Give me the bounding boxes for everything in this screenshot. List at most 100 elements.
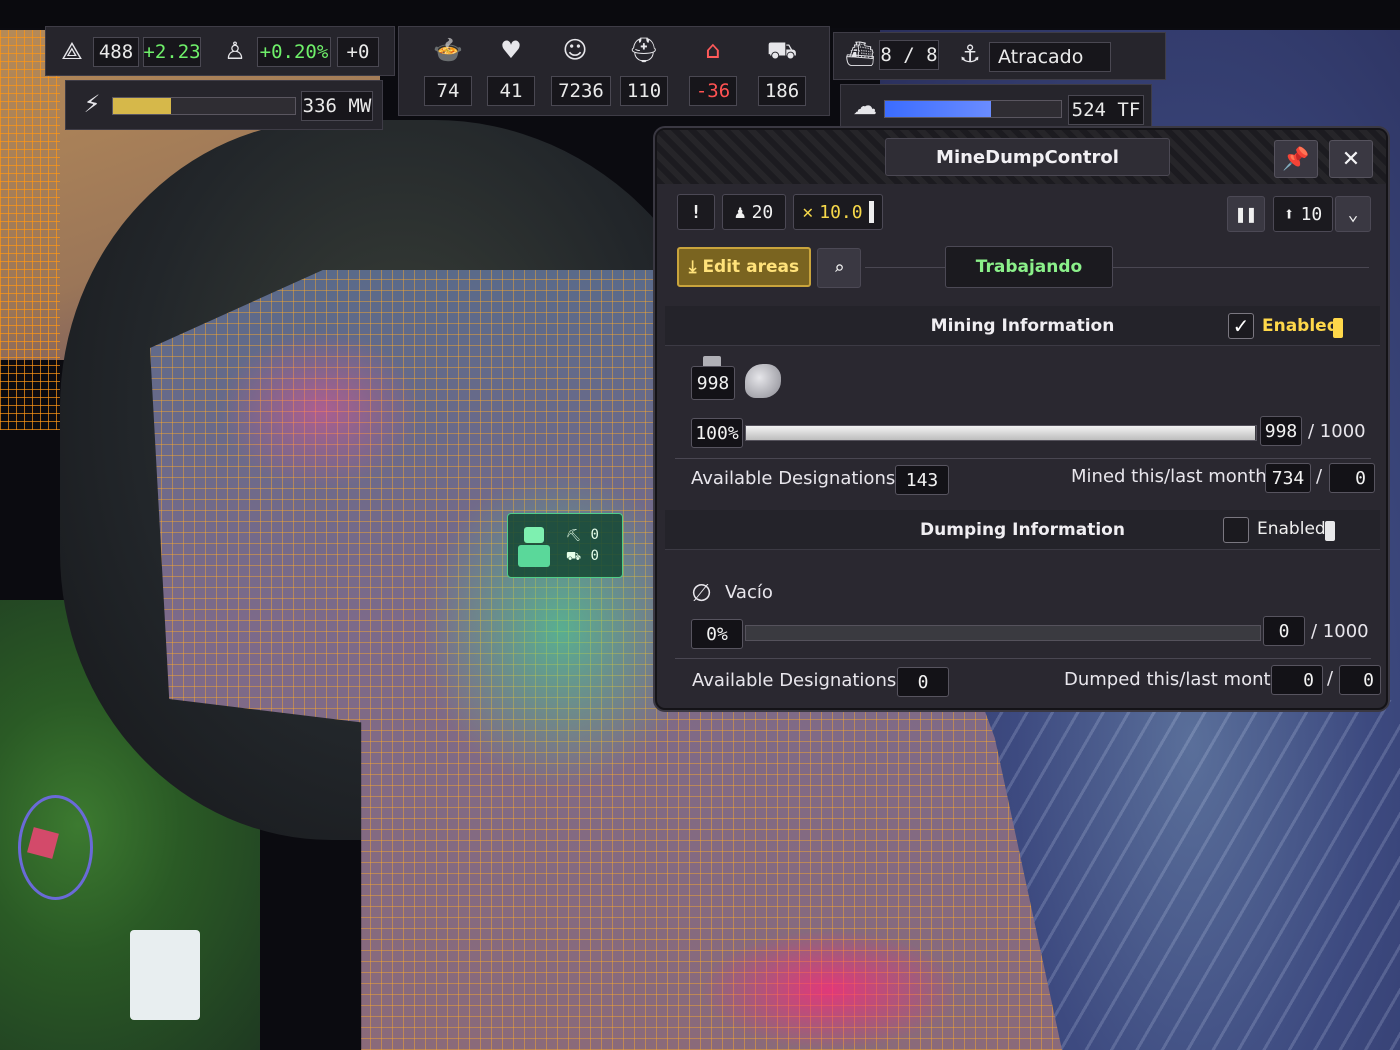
pin-icon: 📌 xyxy=(1282,146,1310,172)
dumping-percent: 0% xyxy=(691,619,743,649)
dumping-progress-bar xyxy=(745,625,1261,641)
trucks-icon[interactable]: ⛟ xyxy=(762,36,802,67)
chevron-down-icon: ⌄ xyxy=(1347,203,1359,225)
mined-slash: / xyxy=(1316,466,1323,487)
priority-up-icon: ⬆ xyxy=(1283,203,1295,225)
mining-enabled-label: Enabled xyxy=(1262,316,1339,336)
mined-this-month: 734 xyxy=(1265,463,1311,493)
product-count: 998 xyxy=(691,366,735,400)
dumping-max: / 1000 xyxy=(1311,621,1369,642)
dump-highlight xyxy=(700,930,960,1050)
close-button[interactable]: ✕ xyxy=(1329,140,1373,178)
mined-label: Mined this/last month : xyxy=(1071,466,1279,487)
mining-max: / 1000 xyxy=(1308,421,1366,442)
info-icon[interactable] xyxy=(1333,318,1343,338)
anchor-icon[interactable]: ⚓ xyxy=(953,40,987,68)
mining-current: 998 xyxy=(1260,416,1302,446)
status-pill: Trabajando xyxy=(945,246,1113,288)
stat-value: 186 xyxy=(758,76,806,106)
divider xyxy=(865,267,945,268)
edit-areas-button[interactable]: ⤓ Edit areas xyxy=(677,247,811,287)
pin-button[interactable]: 📌 xyxy=(1274,140,1318,178)
product-stack-icon xyxy=(703,356,721,366)
dumping-enabled-checkbox[interactable] xyxy=(1223,517,1249,543)
ships-count: 8 / 8 xyxy=(879,40,939,70)
food-icon[interactable]: 🍲 xyxy=(428,36,468,64)
excavator-count: 0 xyxy=(590,526,599,543)
pop-growth-value: +0.20% xyxy=(257,37,331,67)
workers-indicator[interactable]: ♟ 20 xyxy=(722,194,786,230)
unity-icon[interactable]: ⟁ xyxy=(55,37,89,65)
mining-progress-fill xyxy=(746,426,1255,440)
dumped-slash: / xyxy=(1327,668,1334,689)
stat-value: 41 xyxy=(487,76,535,106)
alert-icon: ! xyxy=(690,201,702,223)
ship-status: Atracado xyxy=(989,42,1111,72)
truck-icon: ⛟ xyxy=(566,548,582,563)
alert-button[interactable]: ! xyxy=(677,194,715,230)
housing-icon[interactable]: ⌂ xyxy=(693,36,733,64)
mining-percent: 100% xyxy=(691,418,743,448)
rock-product-icon xyxy=(745,364,781,398)
stat-value: 7236 xyxy=(551,76,611,106)
unity-delta: +2.23 xyxy=(143,37,201,67)
stat-value: 110 xyxy=(620,76,668,106)
dumping-current: 0 xyxy=(1263,616,1305,646)
search-icon: ⌕ xyxy=(833,257,845,279)
mining-available-label: Available Designations : xyxy=(691,468,908,489)
truck-count: 0 xyxy=(590,547,599,564)
window-title: MineDumpControl xyxy=(885,138,1170,176)
dumping-available-label: Available Designations : xyxy=(692,670,909,691)
divider xyxy=(1113,267,1369,268)
worker-icon: ♟ xyxy=(734,201,746,223)
pop-extra-value: +0 xyxy=(337,37,379,67)
priority-indicator[interactable]: ⬆ 10 xyxy=(1273,196,1333,232)
pause-icon: ❚❚ xyxy=(1235,203,1257,225)
close-icon: ✕ xyxy=(1341,146,1361,172)
dumped-label: Dumped this/last month : xyxy=(1064,669,1294,690)
priority-dropdown[interactable]: ⌄ xyxy=(1335,196,1371,232)
power-value: 336 MW xyxy=(301,91,373,121)
empty-icon: ∅ xyxy=(691,579,712,607)
mine-control-marker[interactable]: ⛏ 0 ⛟ 0 xyxy=(507,513,623,578)
edit-areas-icon: ⤓ xyxy=(688,257,697,277)
ship-icon[interactable]: ⛴ xyxy=(843,40,877,68)
excavator-icon: ⛏ xyxy=(566,527,582,542)
mining-enabled-checkbox[interactable]: ✓ xyxy=(1228,313,1254,339)
compute-icon[interactable]: ☁ xyxy=(848,92,882,120)
compute-value: 524 TF xyxy=(1068,95,1144,125)
priority-value: 10 xyxy=(1300,203,1323,225)
power-icon[interactable]: ⚡ xyxy=(75,90,109,118)
dumping-enabled-label: Enabled xyxy=(1257,519,1326,539)
mining-available-value: 143 xyxy=(895,465,949,495)
power-bar xyxy=(112,97,296,115)
maintenance-indicator[interactable]: ✕ 10.0 xyxy=(793,194,883,230)
pause-button[interactable]: ❚❚ xyxy=(1227,196,1265,232)
dumping-title: Dumping Information xyxy=(920,519,1125,540)
compute-bar xyxy=(884,100,1062,118)
dumped-last-month: 0 xyxy=(1339,665,1381,695)
mine-dump-control-window: MineDumpControl 📌 ✕ ! ♟ 20 ✕ 10.0 ❚❚ ⬆ 10 ⌄… xyxy=(655,128,1388,710)
storage-building[interactable] xyxy=(130,930,200,1020)
unity-value[interactable]: 488 xyxy=(93,37,139,67)
workers-count: 20 xyxy=(751,201,774,223)
workers-icon[interactable]: ⛑ xyxy=(624,36,664,64)
divider xyxy=(675,658,1371,659)
top-band xyxy=(0,0,1400,28)
dumped-this-month: 0 xyxy=(1271,665,1323,695)
power-bar-fill xyxy=(113,98,172,114)
pop-growth-icon[interactable]: ♙ xyxy=(218,37,252,65)
divider xyxy=(675,458,1371,459)
population-icon[interactable]: ☺ xyxy=(555,36,595,64)
dump-empty-label: Vacío xyxy=(725,582,773,603)
maintenance-bar xyxy=(868,201,874,223)
health-icon[interactable]: ♥ xyxy=(491,36,531,64)
search-button[interactable]: ⌕ xyxy=(817,248,861,288)
terrain-wireframe xyxy=(0,30,60,430)
info-icon[interactable] xyxy=(1325,521,1335,541)
mining-title: Mining Information xyxy=(930,315,1115,336)
edit-areas-label: Edit areas xyxy=(702,257,800,277)
stat-value: 74 xyxy=(424,76,472,106)
stat-value: -36 xyxy=(689,76,737,106)
checkmark-icon: ✓ xyxy=(1232,314,1250,338)
